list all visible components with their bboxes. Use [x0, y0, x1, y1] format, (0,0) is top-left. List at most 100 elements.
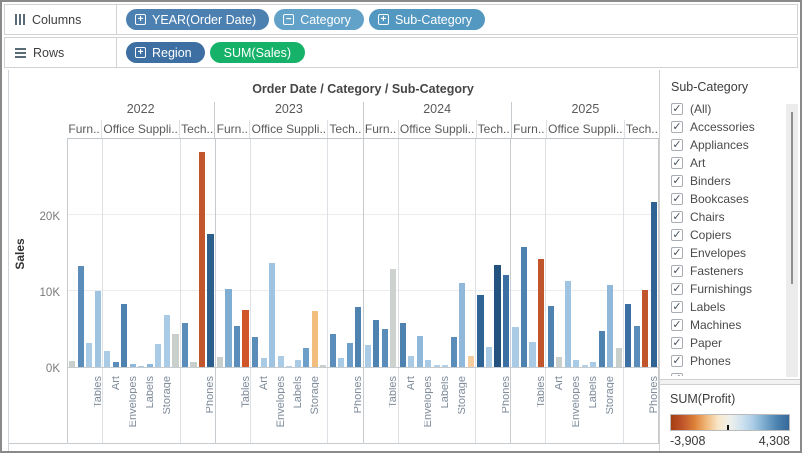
- bar-Supplies-2023[interactable]: [320, 365, 326, 367]
- checkbox-icon[interactable]: ✓: [671, 229, 683, 241]
- bar-Appliances-2023[interactable]: [252, 337, 258, 367]
- expand-icon[interactable]: +: [378, 14, 389, 25]
- bar-Envelopes-2022[interactable]: [130, 364, 136, 367]
- bar-Binders-2025[interactable]: [565, 281, 571, 367]
- bar-Phones-2023[interactable]: [355, 307, 361, 367]
- bar-Paper-2025[interactable]: [599, 331, 605, 367]
- bar-Furnishings-2024[interactable]: [382, 329, 388, 367]
- bar-Furnishings-2022[interactable]: [86, 343, 92, 367]
- bar-Furnishings-2023[interactable]: [234, 326, 240, 367]
- bar-Labels-2022[interactable]: [147, 364, 153, 367]
- bar-Bookcases-2025[interactable]: [512, 327, 518, 367]
- bar-Tables-2024[interactable]: [390, 269, 396, 367]
- bar-Tables-2022[interactable]: [95, 291, 101, 367]
- bar-Envelopes-2024[interactable]: [425, 360, 431, 367]
- bar-Supplies-2024[interactable]: [468, 356, 474, 367]
- bar-Art-2022[interactable]: [113, 362, 119, 367]
- filter-item-Paper[interactable]: ✓Paper: [671, 334, 800, 352]
- filter-item-Bookcases[interactable]: ✓Bookcases: [671, 190, 800, 208]
- collapse-icon[interactable]: −: [283, 14, 294, 25]
- pill-rows-0[interactable]: +Region: [126, 42, 205, 63]
- bar-Bookcases-2022[interactable]: [69, 361, 75, 367]
- filter-item-Art[interactable]: ✓Art: [671, 154, 800, 172]
- bar-Accessories-2025[interactable]: [625, 304, 631, 367]
- bar-Envelopes-2025[interactable]: [573, 360, 579, 367]
- bar-Appliances-2024[interactable]: [400, 323, 406, 367]
- checkbox-icon[interactable]: ✓: [671, 139, 683, 151]
- bar-Storage-2022[interactable]: [164, 315, 170, 367]
- checkbox-icon[interactable]: ✓: [671, 175, 683, 187]
- bar-Copiers-2024[interactable]: [486, 347, 492, 367]
- checkbox-icon[interactable]: ✓: [671, 283, 683, 295]
- bar-Appliances-2025[interactable]: [548, 306, 554, 367]
- bar-Paper-2024[interactable]: [451, 337, 457, 367]
- bar-Labels-2024[interactable]: [442, 365, 448, 367]
- checkbox-icon[interactable]: ✓: [671, 157, 683, 169]
- bar-Binders-2024[interactable]: [417, 336, 423, 367]
- bar-Machines-2023[interactable]: [347, 343, 353, 367]
- bar-Bookcases-2023[interactable]: [217, 357, 223, 367]
- bar-Chairs-2025[interactable]: [521, 247, 527, 367]
- checkbox-icon[interactable]: ✓: [671, 373, 683, 376]
- filter-item-Copiers[interactable]: ✓Copiers: [671, 226, 800, 244]
- bar-Fasteners-2024[interactable]: [434, 365, 440, 367]
- bar-Envelopes-2023[interactable]: [278, 356, 284, 367]
- filter-item-Phones[interactable]: ✓Phones: [671, 352, 800, 370]
- bar-Copiers-2025[interactable]: [634, 326, 640, 367]
- bar-Paper-2022[interactable]: [155, 344, 161, 367]
- bar-Chairs-2024[interactable]: [373, 320, 379, 367]
- scrollbar-thumb[interactable]: [791, 112, 793, 284]
- checkbox-icon[interactable]: ✓: [671, 265, 683, 277]
- pill-columns-2[interactable]: +Sub-Category: [369, 9, 485, 30]
- filter-scrollbar[interactable]: [786, 104, 798, 377]
- checkbox-icon[interactable]: ✓: [671, 319, 683, 331]
- bar-Accessories-2023[interactable]: [330, 334, 336, 367]
- bar-Tables-2025[interactable]: [538, 259, 544, 367]
- bar-Storage-2023[interactable]: [312, 311, 318, 367]
- bar-Art-2025[interactable]: [556, 357, 562, 367]
- bar-Accessories-2024[interactable]: [477, 295, 483, 367]
- filter-item-(All)[interactable]: ✓(All): [671, 100, 800, 118]
- bar-Phones-2025[interactable]: [651, 202, 657, 367]
- bar-Binders-2022[interactable]: [121, 304, 127, 367]
- filter-item-Furnishings[interactable]: ✓Furnishings: [671, 280, 800, 298]
- bar-Machines-2025[interactable]: [642, 290, 648, 367]
- bar-Appliances-2022[interactable]: [104, 351, 110, 367]
- bar-Labels-2023[interactable]: [295, 360, 301, 367]
- bar-Machines-2024[interactable]: [494, 265, 500, 367]
- bar-Fasteners-2022[interactable]: [138, 366, 144, 367]
- bar-Supplies-2025[interactable]: [616, 348, 622, 367]
- filter-item-partial[interactable]: ✓: [671, 370, 800, 376]
- bar-Chairs-2022[interactable]: [78, 266, 84, 367]
- bar-Tables-2023[interactable]: [242, 310, 248, 367]
- bar-Supplies-2022[interactable]: [172, 334, 178, 367]
- bar-Bookcases-2024[interactable]: [365, 345, 371, 367]
- filter-item-Accessories[interactable]: ✓Accessories: [671, 118, 800, 136]
- filter-item-Appliances[interactable]: ✓Appliances: [671, 136, 800, 154]
- bar-Binders-2023[interactable]: [269, 263, 275, 367]
- checkbox-icon[interactable]: ✓: [671, 103, 683, 115]
- checkbox-icon[interactable]: ✓: [671, 211, 683, 223]
- bar-Art-2024[interactable]: [408, 356, 414, 367]
- bar-Chairs-2023[interactable]: [225, 289, 231, 367]
- expand-icon[interactable]: +: [135, 14, 146, 25]
- pill-rows-1[interactable]: SUM(Sales): [210, 42, 305, 63]
- bar-Phones-2024[interactable]: [503, 275, 509, 367]
- bar-Copiers-2023[interactable]: [338, 358, 344, 367]
- profit-gradient-bar[interactable]: [670, 414, 790, 431]
- bar-Phones-2022[interactable]: [207, 234, 213, 367]
- filter-item-Chairs[interactable]: ✓Chairs: [671, 208, 800, 226]
- bar-Labels-2025[interactable]: [590, 362, 596, 367]
- bar-Storage-2024[interactable]: [459, 283, 465, 367]
- bar-Storage-2025[interactable]: [607, 285, 613, 367]
- checkbox-icon[interactable]: ✓: [671, 355, 683, 367]
- filter-item-Machines[interactable]: ✓Machines: [671, 316, 800, 334]
- bar-Paper-2023[interactable]: [303, 348, 309, 367]
- bar-Machines-2022[interactable]: [199, 152, 205, 367]
- bar-Accessories-2022[interactable]: [182, 323, 188, 367]
- pill-columns-1[interactable]: −Category: [274, 9, 364, 30]
- expand-icon[interactable]: +: [135, 47, 146, 58]
- checkbox-icon[interactable]: ✓: [671, 301, 683, 313]
- filter-item-Labels[interactable]: ✓Labels: [671, 298, 800, 316]
- checkbox-icon[interactable]: ✓: [671, 121, 683, 133]
